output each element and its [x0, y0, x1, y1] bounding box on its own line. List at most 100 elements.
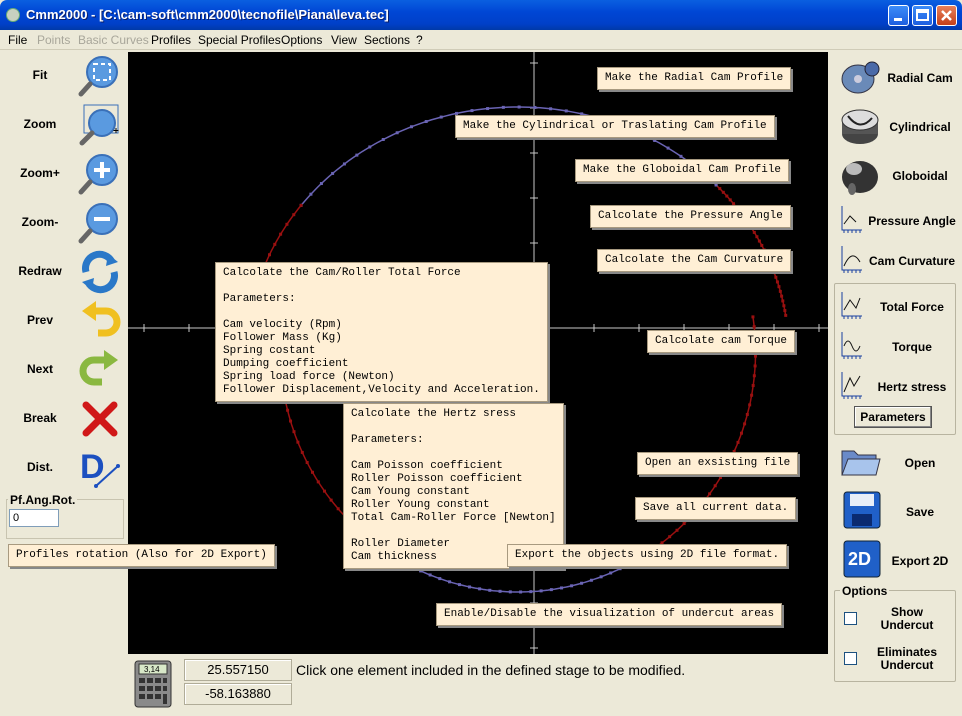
profile-point [316, 480, 320, 484]
cylindrical-label: Cylindrical [889, 120, 951, 134]
profile-point [329, 498, 333, 502]
profile-point [778, 289, 782, 293]
menu-basic-curves[interactable]: Basic Curves [78, 33, 149, 47]
cylindrical-cam-icon [838, 106, 882, 146]
profile-point [292, 430, 296, 434]
redraw-tool[interactable]: Redraw [6, 248, 126, 296]
profile-point [781, 299, 785, 303]
redo-arrow-icon[interactable] [78, 348, 122, 392]
profile-point [718, 475, 722, 479]
profile-point [589, 578, 593, 582]
profile-point [725, 194, 729, 198]
profile-point [708, 492, 712, 496]
redraw-icon[interactable] [78, 250, 122, 294]
show-undercut-checkbox[interactable] [844, 612, 857, 625]
total-force-label: Total Force [880, 300, 944, 314]
radial-cam-button[interactable]: Radial Cam [836, 54, 956, 100]
fit-magnifier-icon[interactable] [78, 54, 122, 98]
torque-button[interactable]: Torque [836, 326, 956, 366]
profile-point [539, 589, 543, 593]
calculator-icon[interactable]: 3,14 [134, 660, 172, 708]
minimize-button[interactable] [888, 5, 909, 26]
app-icon[interactable] [6, 8, 20, 22]
show-undercut-label: Show Undercut [880, 605, 934, 632]
profile-point [368, 145, 372, 149]
profile-point [439, 115, 443, 119]
break-x-icon[interactable] [78, 397, 122, 441]
menu-help[interactable]: ? [416, 33, 423, 47]
menu-special-profiles[interactable]: Special Profiles [198, 33, 281, 47]
tooltip-save: Save all current data. [635, 497, 797, 520]
undo-arrow-icon[interactable] [78, 299, 122, 343]
zoom-window-icon[interactable] [78, 103, 122, 147]
profile-point [751, 315, 755, 319]
cam-profile-red-right [628, 316, 757, 565]
total-force-button[interactable]: Total Force [836, 286, 956, 326]
maximize-button[interactable] [912, 5, 933, 26]
profile-point [438, 577, 442, 581]
save-button[interactable]: Save [836, 487, 956, 535]
torque-label: Torque [892, 340, 932, 354]
distance-tool[interactable]: Dist. D [6, 444, 126, 492]
profile-point [736, 440, 740, 444]
profile-point [467, 585, 471, 589]
open-button[interactable]: Open [836, 438, 956, 486]
profile-point [381, 137, 385, 141]
zoom-tool[interactable]: Zoom [6, 101, 126, 149]
zoom-out-icon[interactable] [78, 201, 122, 245]
globoidal-button[interactable]: Globoidal [836, 152, 956, 198]
profile-point [292, 213, 296, 217]
menu-profiles[interactable]: Profiles [151, 33, 191, 47]
export-2d-button[interactable]: 2D Export 2D [836, 536, 956, 584]
profile-point [478, 587, 482, 591]
distance-icon[interactable]: D [78, 446, 122, 490]
tooltip-open: Open an exsisting file [637, 452, 799, 475]
tooltip-radial: Make the Radial Cam Profile [597, 67, 792, 90]
menu-options[interactable]: Options [281, 33, 322, 47]
parameters-button[interactable]: Parameters [854, 406, 932, 428]
rotation-angle-input[interactable] [9, 509, 59, 527]
menu-sections[interactable]: Sections [364, 33, 410, 47]
tooltip-total-force: Calcolate the Cam/Roller Total Force Par… [215, 262, 548, 402]
profile-point [580, 581, 584, 585]
fit-tool[interactable]: Fit [6, 52, 126, 100]
profile-point [745, 412, 749, 416]
close-button[interactable] [936, 5, 957, 26]
profile-point [395, 131, 399, 135]
cam-curvature-button[interactable]: Cam Curvature [836, 240, 956, 280]
next-tool[interactable]: Next [6, 346, 126, 394]
hertz-stress-button[interactable]: Hertz stress [836, 366, 956, 406]
profile-point [668, 535, 672, 539]
save-label: Save [905, 505, 935, 519]
zoom-in-icon[interactable] [78, 152, 122, 196]
profile-point [675, 528, 679, 532]
cylindrical-button[interactable]: Cylindrical [836, 103, 956, 149]
prev-tool[interactable]: Prev [6, 297, 126, 345]
profile-point [336, 507, 340, 511]
x-coordinate: 25.557150 [184, 659, 292, 681]
eliminate-undercut-checkbox[interactable] [844, 652, 857, 665]
menu-view[interactable]: View [331, 33, 357, 47]
globoidal-cam-icon [838, 155, 882, 195]
profile-point [739, 431, 743, 435]
profile-point [713, 484, 717, 488]
profile-point [775, 280, 779, 284]
hertz-stress-label: Hertz stress [877, 380, 947, 394]
zoom-in-tool[interactable]: Zoom+ [6, 150, 126, 198]
pressure-angle-button[interactable]: Pressure Angle [836, 200, 956, 240]
window-title: Cmm2000 - [C:\cam-soft\cmm2000\tecnofile… [26, 7, 389, 22]
open-folder-icon [838, 441, 882, 481]
prev-label: Prev [26, 313, 54, 327]
profile-point [718, 187, 722, 191]
profile-point [331, 171, 335, 175]
profile-point [305, 460, 309, 464]
menu-file[interactable]: File [8, 33, 27, 47]
profile-point [564, 109, 568, 113]
zoom-out-tool[interactable]: Zoom- [6, 199, 126, 247]
menu-points[interactable]: Points [37, 33, 70, 47]
break-tool[interactable]: Break [6, 395, 126, 443]
profile-point [560, 586, 564, 590]
profile-point [774, 275, 778, 279]
profile-point [780, 294, 784, 298]
zoom-out-label: Zoom- [21, 215, 59, 229]
